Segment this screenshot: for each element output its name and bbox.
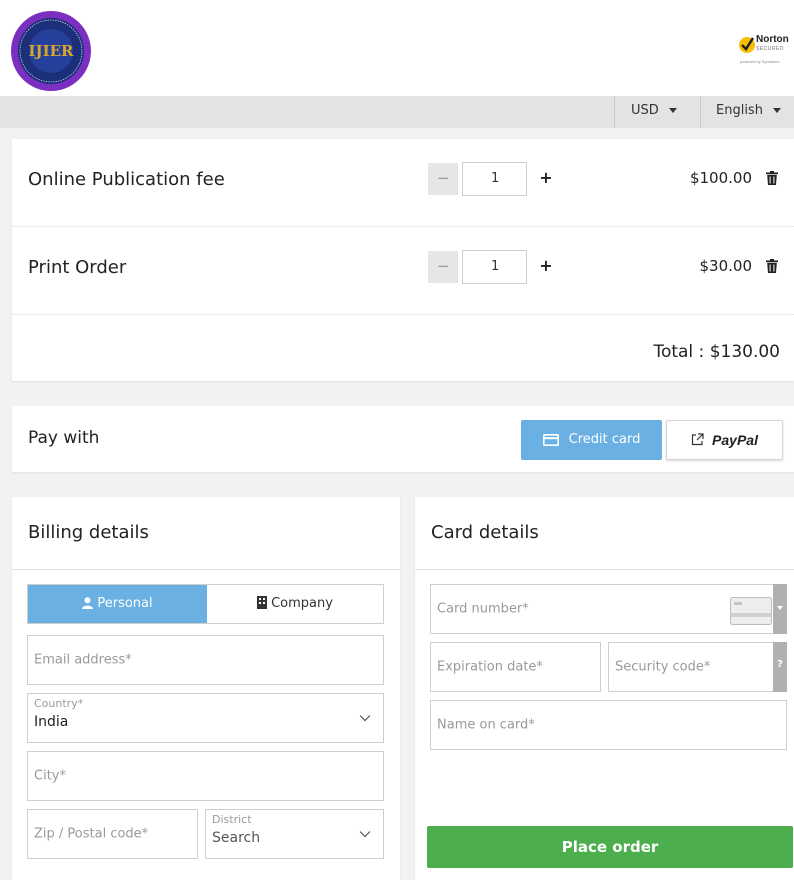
norton-secured: SECURED <box>756 46 784 52</box>
email-placeholder: Email address* <box>34 652 132 668</box>
divider <box>12 569 400 570</box>
email-field[interactable]: Email address* <box>27 635 384 685</box>
paypal-label: PayPal <box>712 432 758 448</box>
chevron-down-icon <box>359 831 371 838</box>
country-value: India <box>34 714 69 730</box>
item-name: Online Publication fee <box>28 169 225 190</box>
caret-down-icon <box>777 606 783 610</box>
settings-bar: USD English <box>0 96 794 128</box>
country-select[interactable]: Country* India <box>27 693 384 743</box>
district-value: Search <box>212 830 261 846</box>
increase-qty-button[interactable]: + <box>536 163 556 195</box>
cart-item: Online Publication fee − 1 + $100.00 <box>12 139 794 227</box>
trash-icon[interactable] <box>766 171 778 185</box>
credit-card-label: Credit card <box>568 432 641 447</box>
card-details-title: Card details <box>431 522 539 543</box>
tab-company-label: Company <box>271 596 333 611</box>
tab-personal-label: Personal <box>97 596 153 611</box>
name-placeholder: Name on card* <box>437 717 535 733</box>
customer-type-tabs: Personal Company <box>27 584 384 624</box>
external-link-icon <box>691 433 704 446</box>
divider <box>415 569 794 570</box>
item-price: $100.00 <box>689 169 752 187</box>
cart-item: Print Order − 1 + $30.00 <box>12 227 794 315</box>
language-value: English <box>716 103 763 118</box>
check-icon <box>739 37 755 53</box>
security-code-help[interactable]: ? <box>773 642 787 692</box>
district-select[interactable]: District Search <box>205 809 384 859</box>
site-header: IJIER Norton SECURED powered by Symantec <box>0 0 794 96</box>
quantity-input[interactable]: 1 <box>462 162 527 196</box>
building-icon <box>257 596 268 609</box>
tab-company[interactable]: Company <box>207 585 383 623</box>
billing-details-panel: Billing details Personal Company Email a… <box>12 497 400 880</box>
pay-with-label: Pay with <box>28 428 100 448</box>
expiration-placeholder: Expiration date* <box>437 659 543 675</box>
place-order-button[interactable]: Place order <box>427 826 793 868</box>
paypal-button[interactable]: PayPal <box>666 420 783 460</box>
security-placeholder: Security code* <box>615 659 711 675</box>
increase-qty-button[interactable]: + <box>536 251 556 283</box>
quantity-input[interactable]: 1 <box>462 250 527 284</box>
payment-method-panel: Pay with Credit card PayPal <box>12 406 794 472</box>
currency-value: USD <box>631 103 659 118</box>
zip-field[interactable]: Zip / Postal code* <box>27 809 198 859</box>
journal-logo[interactable]: IJIER <box>10 10 92 92</box>
logo-text: IJIER <box>28 42 74 60</box>
security-code-field[interactable]: Security code* ? <box>608 642 787 692</box>
district-label: District <box>212 813 252 826</box>
billing-title: Billing details <box>28 522 149 543</box>
credit-card-icon <box>542 433 559 446</box>
norton-secured-badge[interactable]: Norton SECURED powered by Symantec <box>738 32 794 68</box>
card-details-panel: Card details Card number* Expiration dat… <box>415 497 794 880</box>
credit-card-button[interactable]: Credit card <box>521 420 662 460</box>
language-dropdown[interactable]: English <box>700 96 794 128</box>
country-label: Country* <box>34 697 84 710</box>
item-price: $30.00 <box>699 257 753 275</box>
currency-dropdown[interactable]: USD <box>614 96 700 128</box>
name-on-card-field[interactable]: Name on card* <box>430 700 787 750</box>
expiration-date-field[interactable]: Expiration date* <box>430 642 601 692</box>
cart-panel: Online Publication fee − 1 + $100.00 Pri… <box>12 139 794 381</box>
decrease-qty-button[interactable]: − <box>428 163 458 195</box>
city-field[interactable]: City* <box>27 751 384 801</box>
caret-down-icon <box>668 108 677 113</box>
card-type-toggle[interactable] <box>773 584 787 634</box>
item-name: Print Order <box>28 257 127 278</box>
tab-personal[interactable]: Personal <box>28 585 207 623</box>
chevron-down-icon <box>359 715 371 722</box>
norton-brand: Norton <box>756 34 789 45</box>
norton-powered-by: powered by Symantec <box>740 59 780 64</box>
cart-total: Total : $130.00 <box>653 342 780 362</box>
decrease-qty-button[interactable]: − <box>428 251 458 283</box>
card-number-field[interactable]: Card number* <box>430 584 787 634</box>
zip-placeholder: Zip / Postal code* <box>34 826 149 842</box>
caret-down-icon <box>772 108 781 113</box>
user-icon <box>82 597 94 609</box>
card-number-placeholder: Card number* <box>437 601 529 617</box>
generic-card-icon <box>730 597 772 625</box>
trash-icon[interactable] <box>766 259 778 273</box>
city-placeholder: City* <box>34 768 66 784</box>
